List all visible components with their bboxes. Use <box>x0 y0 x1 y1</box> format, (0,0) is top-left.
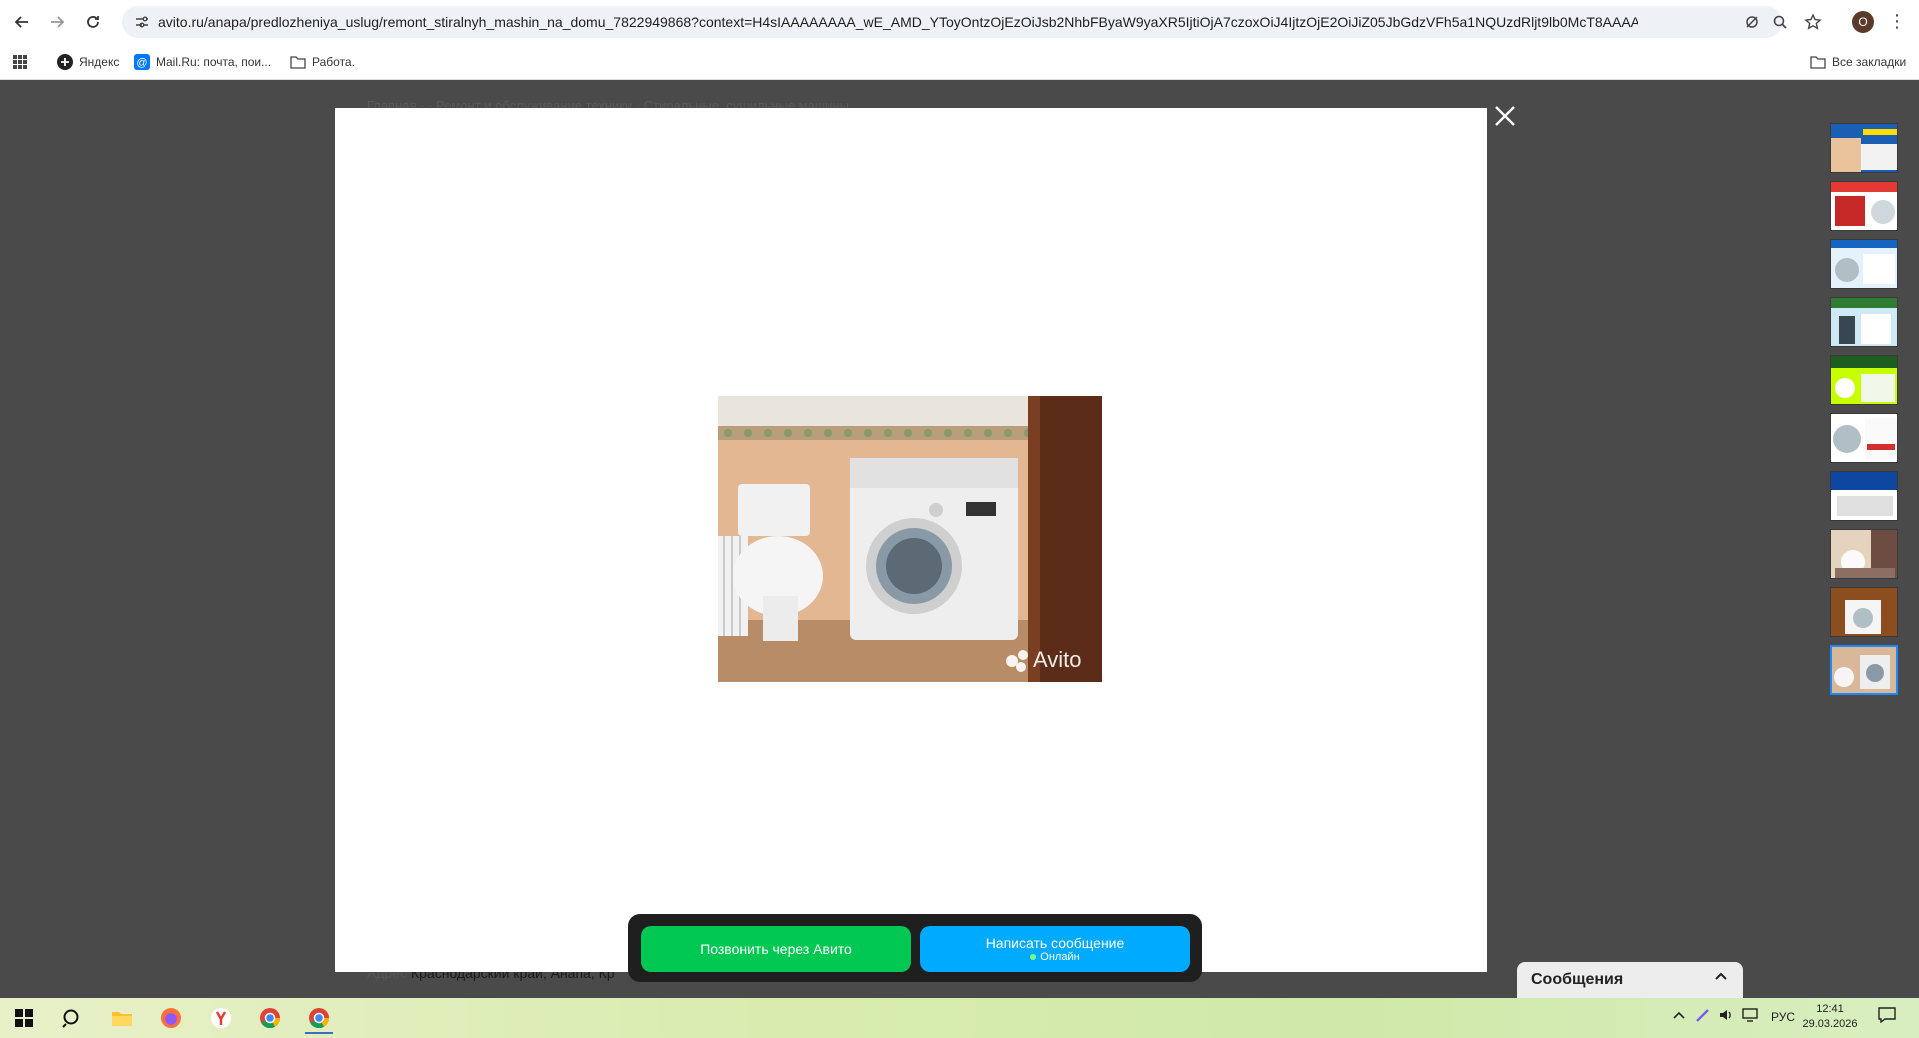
bookmark-yandex[interactable]: Яндекс <box>57 53 119 71</box>
mailru-icon: @ <box>134 54 150 70</box>
write-message-button[interactable]: Написать сообщение Онлайн <box>920 926 1190 972</box>
washing-machine-photo: Avito <box>718 396 1102 682</box>
bookmark-mailru[interactable]: @ Mail.Ru: почта, пои... <box>134 53 271 71</box>
page-overlay: Главная · · Ремонт и обслуживание техник… <box>0 80 1919 998</box>
online-label: Онлайн <box>1040 951 1080 963</box>
clock-time: 12:41 <box>1816 1003 1844 1015</box>
forward-arrow-icon <box>51 16 65 28</box>
thumbnail-2[interactable] <box>1830 181 1898 231</box>
thumbnail-8[interactable] <box>1830 529 1898 579</box>
yandex-icon <box>57 54 73 70</box>
contact-action-bar: Позвонить через Авито Написать сообщение… <box>628 914 1202 982</box>
all-bookmarks[interactable]: Все закладки <box>1810 53 1906 71</box>
chrome-icon[interactable] <box>256 1004 284 1032</box>
main-photo[interactable]: Avito <box>718 396 1102 682</box>
all-bookmarks-label: Все закладки <box>1832 55 1907 69</box>
thumbnail-9[interactable] <box>1830 587 1898 637</box>
reload-button[interactable] <box>81 10 105 34</box>
url-text[interactable]: avito.ru/anapa/predlozheniya_uslug/remon… <box>158 14 1638 30</box>
gallery-modal: Avito <box>335 108 1487 972</box>
online-status: Онлайн <box>1030 951 1080 963</box>
thumbnail-6[interactable] <box>1830 413 1898 463</box>
back-arrow-icon <box>14 16 28 28</box>
file-explorer-icon[interactable] <box>108 1004 136 1032</box>
notifications-icon[interactable] <box>1878 1007 1896 1026</box>
close-icon <box>1495 106 1515 126</box>
tray-overflow-icon[interactable] <box>1672 1008 1686 1025</box>
pen-icon[interactable] <box>1695 1007 1711 1026</box>
firefox-icon[interactable] <box>157 1004 185 1032</box>
search-icon[interactable] <box>58 1004 86 1032</box>
thumbnail-10-active[interactable] <box>1830 645 1898 695</box>
bookmark-label: Работа. <box>312 55 355 69</box>
chevron-up-icon[interactable] <box>1713 968 1729 989</box>
thumbnail-4[interactable] <box>1830 297 1898 347</box>
language-indicator[interactable]: РУС <box>1771 1010 1795 1024</box>
address-bar[interactable]: avito.ru/anapa/predlozheniya_uslug/remon… <box>122 6 1782 38</box>
reload-icon <box>87 16 99 28</box>
clock-date: 29.03.2026 <box>1802 1018 1858 1030</box>
forward-button[interactable] <box>45 10 69 34</box>
photo-watermark: Avito <box>1033 647 1082 672</box>
folder-icon <box>290 54 306 70</box>
windows-start-icon[interactable] <box>10 1004 38 1032</box>
bookmark-folder-work[interactable]: Работа. <box>290 53 355 71</box>
thumbnail-3[interactable] <box>1830 239 1898 289</box>
svg-text:@: @ <box>136 57 147 69</box>
yandex-browser-icon[interactable] <box>207 1004 235 1032</box>
bookmark-label: Mail.Ru: почта, пои... <box>156 55 272 69</box>
messages-title: Сообщения <box>1531 971 1624 988</box>
network-icon[interactable] <box>1742 1007 1760 1026</box>
close-gallery-button[interactable] <box>1490 104 1520 134</box>
apps-grid-icon <box>12 54 28 70</box>
browser-menu-icon[interactable]: ⋮ <box>1888 11 1906 33</box>
taskbar: РУС 12:41 29.03.2026 <box>0 998 1919 1038</box>
tracking-protection-icon[interactable] <box>1742 12 1762 32</box>
bookmark-star-icon[interactable] <box>1803 12 1823 32</box>
browser-toolbar: avito.ru/anapa/predlozheniya_uslug/remon… <box>0 0 1919 44</box>
thumbnail-1[interactable] <box>1830 123 1898 173</box>
chrome-active-icon[interactable] <box>305 1004 333 1034</box>
call-via-avito-button[interactable]: Позвонить через Авито <box>641 926 911 972</box>
site-settings-icon[interactable] <box>134 14 150 30</box>
zoom-icon[interactable] <box>1770 12 1790 32</box>
system-clock[interactable]: 12:41 29.03.2026 <box>1800 1002 1860 1032</box>
online-dot-icon <box>1030 954 1037 960</box>
messages-panel[interactable]: Сообщения <box>1517 962 1743 998</box>
back-button[interactable] <box>10 10 34 34</box>
folder-icon <box>1810 54 1826 70</box>
write-message-label: Написать сообщение <box>985 935 1125 951</box>
thumbnail-7[interactable] <box>1830 471 1898 521</box>
apps-button[interactable] <box>12 53 28 71</box>
bookmarks-bar: Яндекс @ Mail.Ru: почта, пои... Работа. … <box>0 44 1919 80</box>
bookmark-label: Яндекс <box>79 55 120 69</box>
thumbnail-5[interactable] <box>1830 355 1898 405</box>
profile-avatar[interactable]: O <box>1852 11 1874 33</box>
volume-icon[interactable] <box>1718 1007 1734 1026</box>
